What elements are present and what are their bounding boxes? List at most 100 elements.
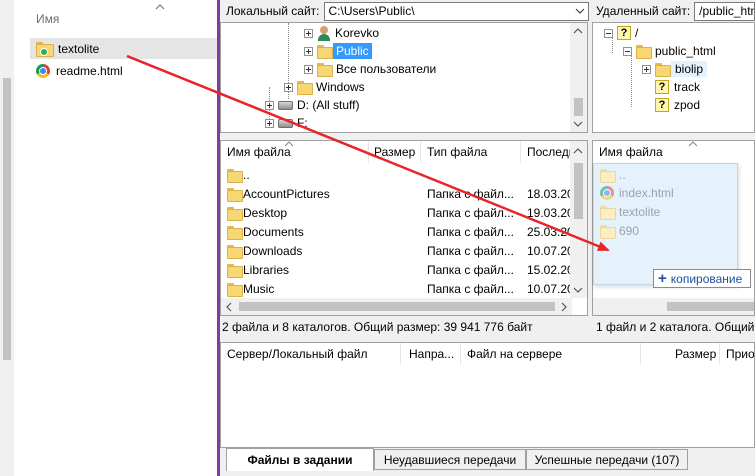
tab-failed-transfers[interactable]: Неудавшиеся передачи bbox=[374, 449, 526, 470]
expand-icon[interactable] bbox=[265, 100, 274, 110]
file-row[interactable]: Desktop Папка с файл... 19.03.20 bbox=[221, 203, 571, 222]
column-header-modified[interactable]: Последн bbox=[527, 141, 575, 163]
folder-icon bbox=[600, 206, 616, 220]
chevron-down-icon[interactable] bbox=[575, 7, 585, 16]
tab-successful-transfers[interactable]: Успешные передачи (107) bbox=[526, 449, 688, 470]
file-modified: 18.03.20 bbox=[527, 186, 571, 201]
column-header-size[interactable]: Размер bbox=[374, 141, 415, 163]
tree-item-label: D: (All stuff) bbox=[297, 98, 360, 112]
folder-icon bbox=[227, 225, 243, 240]
remote-tree-track[interactable]: ? track bbox=[655, 78, 700, 96]
folder-icon bbox=[227, 282, 243, 297]
expand-icon[interactable] bbox=[284, 82, 293, 92]
drag-preview-item: 690 bbox=[600, 222, 639, 240]
remote-site-path-combo[interactable]: /public_html bbox=[694, 1, 755, 21]
scrollbar-thumb[interactable] bbox=[574, 98, 583, 116]
tree-item-label-selected: Public bbox=[333, 43, 372, 59]
tree-item-label: Все пользователи bbox=[336, 62, 437, 76]
expand-icon[interactable] bbox=[265, 118, 274, 128]
remote-site-bar: Удаленный сайт: /public_html bbox=[592, 0, 755, 22]
tree-item-label: track bbox=[674, 80, 701, 94]
local-site-path-combo[interactable]: C:\Users\Public\ bbox=[323, 1, 589, 21]
scrollbar-thumb[interactable] bbox=[667, 302, 754, 311]
explorer-item-textolite[interactable]: textolite bbox=[30, 38, 217, 59]
remote-tree-zpod[interactable]: ? zpod bbox=[655, 96, 700, 114]
queue-column-priority[interactable]: Прио bbox=[726, 343, 754, 365]
collapse-icon[interactable] bbox=[604, 28, 613, 38]
file-modified: 10.07.20 bbox=[527, 281, 571, 296]
local-tree-scrollbar[interactable] bbox=[570, 23, 587, 132]
explorer-item-readme[interactable]: readme.html bbox=[30, 60, 217, 81]
tree-item-drive-d[interactable]: D: (All stuff) bbox=[265, 96, 359, 114]
file-type: Папка с файл... bbox=[427, 262, 514, 277]
sort-ascending-icon bbox=[688, 141, 698, 147]
tab-queued-files[interactable]: Файлы в задании bbox=[226, 448, 374, 471]
explorer-scrollbar[interactable] bbox=[0, 0, 14, 476]
queue-column-local[interactable]: Сервер/Локальный файл bbox=[227, 343, 367, 365]
file-row[interactable]: Documents Папка с файл... 25.03.20 bbox=[221, 222, 571, 241]
expand-icon[interactable] bbox=[642, 64, 651, 74]
drag-preview-item: index.html bbox=[600, 184, 674, 202]
chrome-html-icon bbox=[600, 186, 614, 200]
remote-tree-root[interactable]: ? / bbox=[604, 24, 638, 42]
plus-icon: + bbox=[658, 269, 667, 287]
scrollbar-thumb[interactable] bbox=[574, 163, 583, 219]
file-row[interactable]: Libraries Папка с файл... 15.02.20 bbox=[221, 260, 571, 279]
queue-column-remote[interactable]: Файл на сервере bbox=[467, 343, 562, 365]
file-row[interactable]: Music Папка с файл... 10.07.20 bbox=[221, 279, 571, 298]
file-name: Downloads bbox=[243, 243, 303, 258]
remote-site-label: Удаленный сайт: bbox=[596, 4, 691, 18]
remote-file-list-hscrollbar[interactable] bbox=[593, 298, 754, 315]
remote-tree-public-html[interactable]: public_html bbox=[623, 42, 716, 60]
scroll-down-icon[interactable] bbox=[573, 286, 583, 294]
folder-icon bbox=[655, 63, 671, 77]
local-directory-tree: Korevko Public Все пользователи Windows … bbox=[220, 22, 588, 133]
column-header-filename[interactable]: Имя файла bbox=[227, 141, 291, 163]
copy-tooltip-label: копирование bbox=[670, 271, 743, 286]
expand-icon[interactable] bbox=[304, 28, 313, 38]
column-header-type[interactable]: Тип файла bbox=[427, 141, 487, 163]
column-header-filename[interactable]: Имя файла bbox=[599, 141, 663, 163]
synced-folder-icon bbox=[36, 41, 54, 57]
explorer-column-name[interactable]: Имя bbox=[36, 12, 59, 26]
tree-item-label: biolip bbox=[671, 61, 708, 77]
file-row[interactable]: Downloads Папка с файл... 10.07.20 bbox=[221, 241, 571, 260]
expand-icon[interactable] bbox=[304, 64, 313, 74]
scroll-up-icon[interactable] bbox=[573, 147, 583, 155]
scroll-right-icon[interactable] bbox=[560, 302, 568, 312]
folder-icon bbox=[297, 81, 313, 95]
queue-column-size[interactable]: Размер bbox=[675, 343, 716, 365]
scroll-left-icon[interactable] bbox=[225, 302, 233, 312]
file-modified: 25.03.20 bbox=[527, 224, 571, 239]
tree-item-all-users[interactable]: Все пользователи bbox=[304, 60, 436, 78]
remote-status: 1 файл и 2 каталога. Общий bbox=[596, 320, 755, 334]
collapse-icon[interactable] bbox=[623, 46, 632, 56]
tree-item-windows[interactable]: Windows bbox=[284, 78, 365, 96]
drag-preview-label: textolite bbox=[619, 205, 661, 219]
file-row-parent[interactable]: .. bbox=[221, 165, 571, 184]
unknown-folder-icon: ? bbox=[655, 80, 669, 94]
expand-icon[interactable] bbox=[304, 46, 313, 56]
copy-tooltip: + копирование bbox=[653, 269, 751, 288]
explorer-pane: Имя textolite readme.html bbox=[0, 0, 217, 476]
tree-item-label: F: bbox=[297, 116, 308, 130]
remote-tree-biolip[interactable]: biolip bbox=[642, 60, 708, 78]
drag-preview: .. index.html textolite 690 bbox=[593, 163, 738, 285]
sort-ascending-icon bbox=[284, 141, 294, 147]
folder-icon bbox=[600, 169, 616, 183]
local-file-list-scrollbar[interactable] bbox=[570, 141, 587, 298]
scrollbar-thumb[interactable] bbox=[239, 302, 555, 311]
explorer-item-label: readme.html bbox=[56, 63, 123, 78]
sort-ascending-icon[interactable] bbox=[155, 3, 165, 11]
file-modified: 15.02.20 bbox=[527, 262, 571, 277]
scroll-up-icon[interactable] bbox=[573, 27, 583, 35]
tree-item-drive-f[interactable]: F: bbox=[265, 114, 308, 132]
tree-item-label: / bbox=[635, 26, 639, 40]
scroll-down-icon[interactable] bbox=[573, 120, 583, 128]
file-row[interactable]: AccountPictures Папка с файл... 18.03.20 bbox=[221, 184, 571, 203]
tree-item-korevko[interactable]: Korevko bbox=[304, 24, 379, 42]
tree-item-public[interactable]: Public bbox=[304, 42, 372, 60]
scrollbar-thumb[interactable] bbox=[3, 78, 11, 360]
queue-column-direction[interactable]: Напра... bbox=[409, 343, 454, 365]
local-file-list-hscrollbar[interactable] bbox=[221, 298, 572, 315]
